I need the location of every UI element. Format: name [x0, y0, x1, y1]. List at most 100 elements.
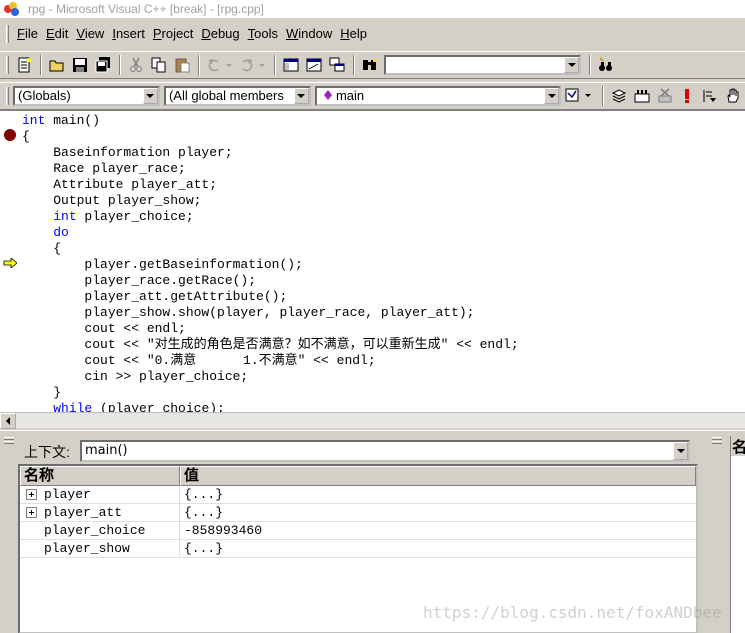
menu-edit[interactable]: Edit — [42, 24, 72, 44]
column-header-name[interactable]: 名称 — [20, 466, 180, 486]
members-combo-dropdown[interactable] — [293, 88, 309, 104]
output-button[interactable] — [303, 54, 325, 76]
code-line[interactable]: Attribute player_att; — [22, 177, 519, 193]
find-combo[interactable] — [384, 55, 581, 75]
menu-view[interactable]: View — [72, 24, 108, 44]
find-in-files-button[interactable] — [359, 54, 381, 76]
code-line[interactable]: Output player_show; — [22, 193, 519, 209]
insert-breakpoint-button[interactable] — [722, 85, 744, 107]
editor-gutter[interactable] — [0, 111, 22, 412]
code-line[interactable]: cout << endl; — [22, 321, 519, 337]
execute-button[interactable] — [676, 85, 698, 107]
variable-row[interactable]: player_att {...} — [20, 504, 696, 522]
code-line[interactable]: player_att.getAttribute(); — [22, 289, 519, 305]
hand-icon — [727, 88, 739, 103]
compile-button[interactable] — [608, 85, 630, 107]
code-line[interactable]: do — [22, 225, 519, 241]
menu-grip — [6, 25, 9, 43]
stop-build-button[interactable] — [654, 85, 676, 107]
context-label: 上下文: — [24, 444, 70, 460]
source-code[interactable]: int main(){ Baseinformation player; Race… — [22, 113, 519, 412]
toolbar-separator — [601, 86, 604, 106]
workspace-button[interactable] — [280, 54, 302, 76]
horizontal-scrollbar[interactable] — [0, 412, 745, 429]
expand-plus-icon[interactable] — [26, 489, 37, 500]
toolbar-separator — [274, 55, 276, 75]
build-button[interactable] — [631, 85, 653, 107]
new-text-file-button[interactable] — [13, 54, 35, 76]
redo-button[interactable] — [237, 54, 269, 76]
go-button[interactable] — [699, 85, 721, 107]
variable-row[interactable]: player {...} — [20, 486, 696, 504]
code-line[interactable]: } — [22, 385, 519, 401]
toolbar-separator — [198, 55, 200, 75]
code-line[interactable]: int player_choice; — [22, 209, 519, 225]
expand-plus-icon[interactable] — [26, 507, 37, 518]
grid-header: 名称 值 — [20, 466, 696, 486]
keyword-token: int — [22, 113, 46, 128]
window-list-icon — [329, 57, 345, 72]
scope-combo[interactable]: (Globals) — [13, 86, 160, 106]
pane-grip[interactable] — [4, 437, 14, 627]
column-header-value[interactable]: 值 — [180, 466, 696, 486]
variable-value[interactable]: -858993460 — [180, 522, 262, 539]
variable-row[interactable]: player_show {...} — [20, 540, 696, 558]
menu-window[interactable]: Window — [282, 24, 336, 44]
save-button[interactable] — [69, 54, 91, 76]
toolbar-grip — [6, 56, 9, 74]
scope-combo-dropdown[interactable] — [142, 88, 158, 104]
code-line[interactable]: Baseinformation player; — [22, 145, 519, 161]
menu-project[interactable]: Project — [149, 24, 197, 44]
copy-button[interactable] — [148, 54, 170, 76]
wizardbar-actions-button[interactable] — [563, 85, 597, 107]
code-line[interactable]: Race player_race; — [22, 161, 519, 177]
function-combo[interactable]: main — [314, 86, 562, 106]
find-combo-dropdown[interactable] — [564, 57, 579, 73]
compile-icon — [611, 89, 626, 103]
undo-button[interactable] — [204, 54, 236, 76]
pane-grip[interactable] — [712, 437, 722, 627]
function-combo-dropdown[interactable] — [544, 88, 560, 104]
code-line[interactable]: cin >> player_choice; — [22, 369, 519, 385]
code-line[interactable]: player_race.getRace(); — [22, 273, 519, 289]
menu-debug[interactable]: Debug — [197, 24, 243, 44]
variable-value[interactable]: {...} — [180, 486, 223, 503]
code-token: cout << "对生成的角色是否满意？如不满意，可以重新生成" << endl… — [22, 337, 519, 352]
code-line[interactable]: player.getBaseinformation(); — [22, 257, 519, 273]
keyword-token: while — [53, 401, 93, 412]
toolbar-separator — [353, 55, 355, 75]
open-button[interactable] — [46, 54, 68, 76]
code-line[interactable]: cout << "0.满意 1.不满意" << endl; — [22, 353, 519, 369]
code-line[interactable]: player_show.show(player, player_race, pl… — [22, 305, 519, 321]
code-line[interactable]: { — [22, 129, 519, 145]
menu-tools[interactable]: Tools — [244, 24, 282, 44]
code-line[interactable]: while (player_choice); — [22, 401, 519, 412]
watch-window[interactable]: 名 — [730, 436, 745, 633]
scroll-left-button[interactable] — [0, 413, 16, 429]
find-button[interactable] — [595, 54, 617, 76]
code-line[interactable]: int main() — [22, 113, 519, 129]
members-combo[interactable]: (All global members — [163, 86, 311, 106]
variable-value[interactable]: {...} — [180, 540, 223, 557]
variable-row[interactable]: player_choice -858993460 — [20, 522, 696, 540]
toolbar-grip — [6, 87, 9, 105]
code-line[interactable]: cout << "对生成的角色是否满意？如不满意，可以重新生成" << endl… — [22, 337, 519, 353]
code-line[interactable]: { — [22, 241, 519, 257]
menu-help[interactable]: Help — [336, 24, 371, 44]
window-list-button[interactable] — [326, 54, 348, 76]
context-combo[interactable]: main() — [80, 440, 690, 462]
paste-button[interactable] — [171, 54, 193, 76]
exclamation-icon — [685, 89, 690, 103]
copy-icon — [151, 57, 166, 73]
menu-insert[interactable]: Insert — [108, 24, 149, 44]
code-token: cin >> player_choice; — [22, 369, 249, 384]
save-all-button[interactable] — [92, 54, 114, 76]
code-editor[interactable]: int main(){ Baseinformation player; Race… — [0, 110, 745, 412]
variable-value[interactable]: {...} — [180, 504, 223, 521]
cut-button[interactable] — [125, 54, 147, 76]
toolbar-separator — [119, 55, 121, 75]
toolbar-separator — [40, 55, 42, 75]
context-combo-dropdown[interactable] — [673, 442, 688, 460]
menu-file[interactable]: File — [13, 24, 42, 44]
